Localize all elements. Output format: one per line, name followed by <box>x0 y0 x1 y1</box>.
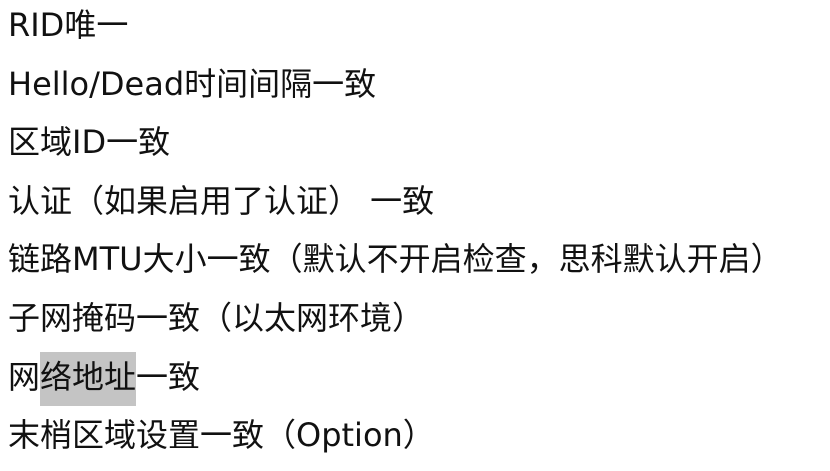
list-item-area-id: 区域ID一致 <box>8 123 171 162</box>
text-after: 一致 <box>136 357 201 396</box>
list-item-stub-area: 末梢区域设置一致（Option） <box>8 416 435 455</box>
requirement-list: RID唯一 Hello/Dead时间间隔一致 区域ID一致 认证（如果启用了认证… <box>8 2 783 471</box>
list-item-network-address: 网络地址一致 <box>8 351 783 413</box>
list-item-subnet-mask: 子网掩码一致（以太网环境） <box>8 298 425 337</box>
list-item-rid: RID唯一 <box>8 6 129 44</box>
selected-text-highlight[interactable]: 络地址 <box>40 351 137 406</box>
list-item-hello-dead: Hello/Dead时间间隔一致 <box>8 64 377 103</box>
list-item-auth: 认证（如果启用了认证） 一致 <box>8 181 435 220</box>
text-before: 网 <box>8 357 41 396</box>
list-item-mtu: 链路MTU大小一致（默认不开启检查，思科默认开启） <box>8 240 783 279</box>
